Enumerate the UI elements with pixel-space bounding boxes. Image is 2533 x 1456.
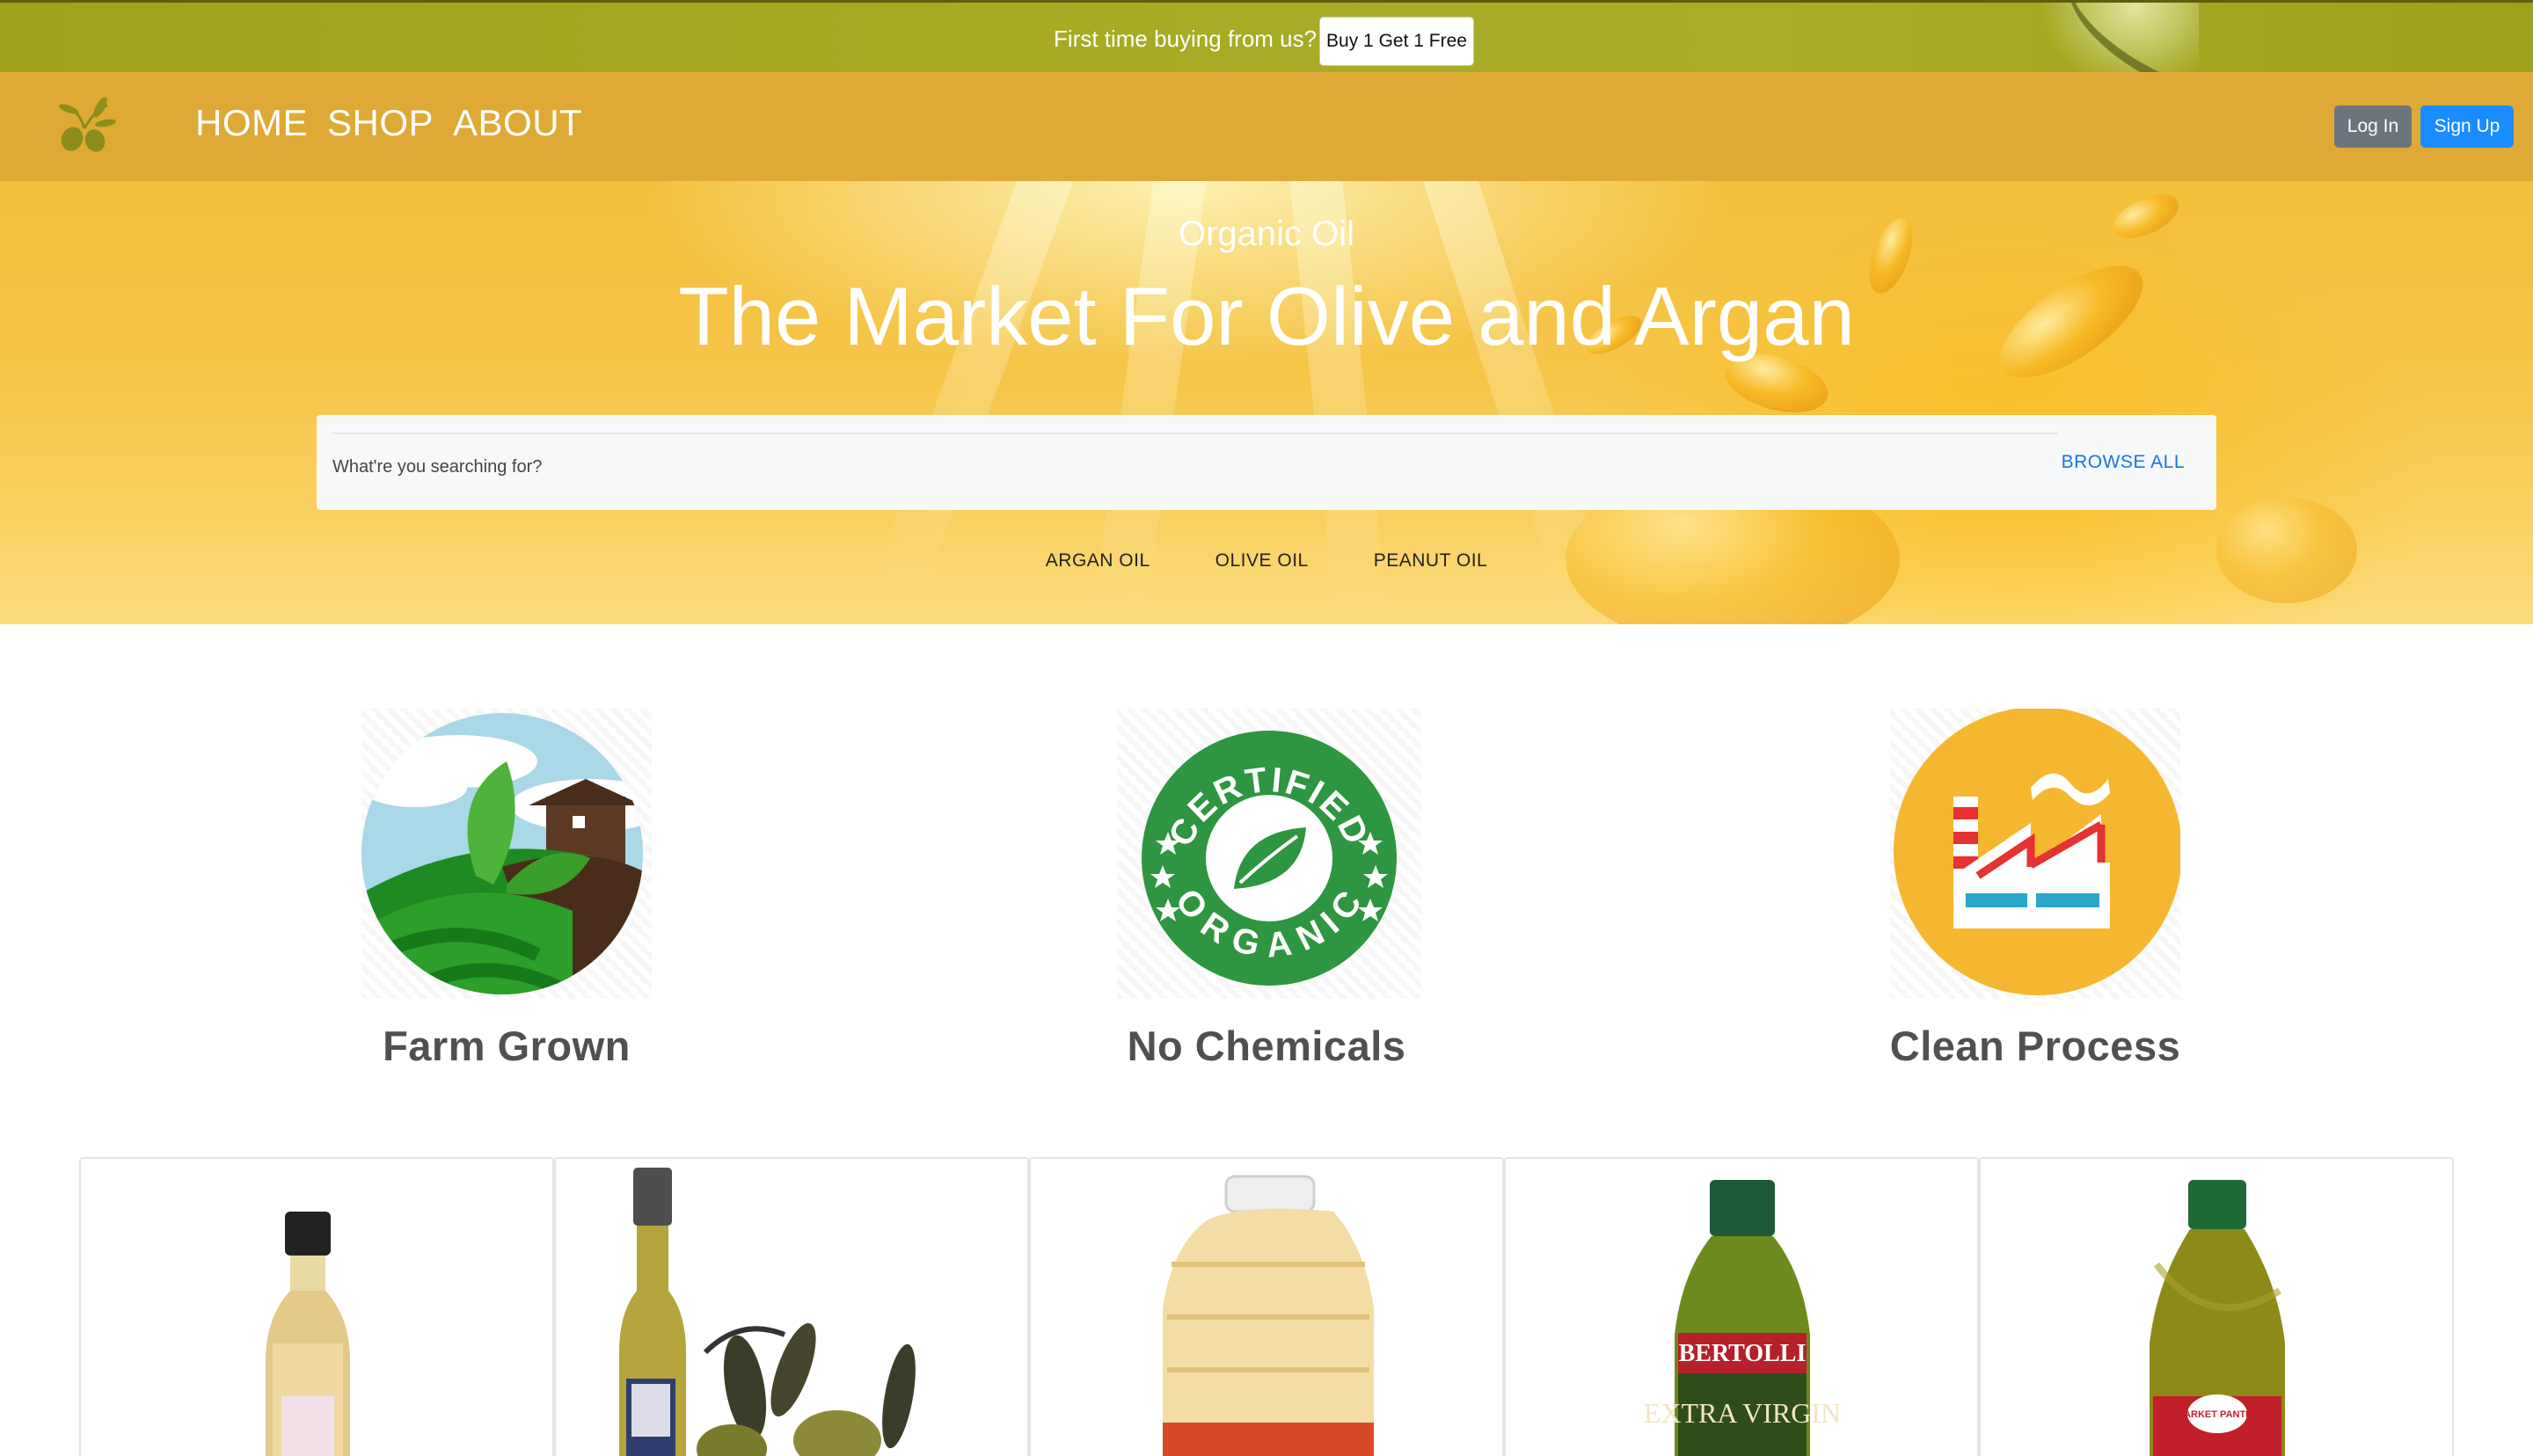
- product-card[interactable]: [79, 1157, 554, 1456]
- feature-clean-process: Clean Process: [1886, 707, 2185, 1070]
- hero-subtitle: Organic Oil: [1178, 215, 1355, 253]
- category-argan-oil[interactable]: ARGAN OIL: [1046, 550, 1150, 571]
- product-brand: MARKET PANTRY: [2176, 1409, 2259, 1420]
- product-card[interactable]: [1029, 1157, 1504, 1456]
- login-button[interactable]: Log In: [2334, 106, 2412, 148]
- product-grid: BERTOLLI EXTRA VIRGIN MARKET PANTRY: [79, 1157, 2454, 1456]
- bertolli-extra-virgin-olive-oil: BERTOLLI EXTRA VIRGIN: [1644, 1180, 1841, 1456]
- nav-about-link[interactable]: ABOUT: [453, 102, 582, 144]
- search-input[interactable]: [332, 440, 2004, 494]
- olive-branch-icon[interactable]: [46, 90, 120, 164]
- feature-label: No Chemicals: [1127, 1023, 1406, 1069]
- farm-icon: [361, 709, 652, 999]
- small-argan-oil-bottle: [266, 1212, 350, 1456]
- category-olive-oil[interactable]: OLIVE OIL: [1215, 550, 1309, 571]
- promo-offer-button[interactable]: Buy 1 Get 1 Free: [1319, 17, 1474, 66]
- hero-section: Organic Oil The Market For Olive and Arg…: [0, 181, 2533, 624]
- market-pantry-olive-oil: MARKET PANTRY: [2150, 1180, 2285, 1456]
- product-card[interactable]: BERTOLLI EXTRA VIRGIN: [1504, 1157, 1979, 1456]
- plastic-vegetable-oil-jug: [1163, 1175, 1374, 1456]
- promo-text: First time buying from us?: [1054, 25, 1318, 52]
- certified-organic-icon: CERTIFIED ORGANIC: [1117, 709, 1421, 999]
- category-links: ARGAN OIL OLIVE OIL PEANUT OIL: [0, 550, 2533, 571]
- promo-bar: First time buying from us? Buy 1 Get 1 F…: [0, 0, 2533, 72]
- product-label: EXTRA VIRGIN: [1644, 1397, 1841, 1429]
- nav-shop-link[interactable]: SHOP: [327, 102, 434, 144]
- factory-icon: [1890, 707, 2182, 999]
- hero-title: The Market For Olive and Argan: [678, 270, 1855, 362]
- product-brand: BERTOLLI: [1679, 1340, 1807, 1367]
- search-bar-divider: [332, 433, 2058, 434]
- feature-no-chemicals: CERTIFIED ORGANIC No Chemicals: [1117, 709, 1421, 1070]
- product-card[interactable]: MARKET PANTRY: [1979, 1157, 2454, 1456]
- category-peanut-oil[interactable]: PEANUT OIL: [1374, 550, 1487, 571]
- feature-farm-grown: Farm Grown: [357, 709, 656, 1070]
- product-card[interactable]: [554, 1157, 1029, 1456]
- navbar: HOME SHOP ABOUT Log In Sign Up: [0, 72, 2533, 181]
- olive-oil-bottle-with-olives: [619, 1168, 916, 1456]
- search-bar: BROWSE ALL: [317, 415, 2216, 510]
- nav-home-link[interactable]: HOME: [195, 102, 308, 144]
- feature-label: Farm Grown: [383, 1023, 631, 1069]
- main-nav: HOME SHOP ABOUT: [195, 102, 582, 144]
- browse-all-link[interactable]: BROWSE ALL: [2062, 452, 2185, 473]
- feature-label: Clean Process: [1889, 1023, 2181, 1069]
- signup-button[interactable]: Sign Up: [2420, 106, 2514, 148]
